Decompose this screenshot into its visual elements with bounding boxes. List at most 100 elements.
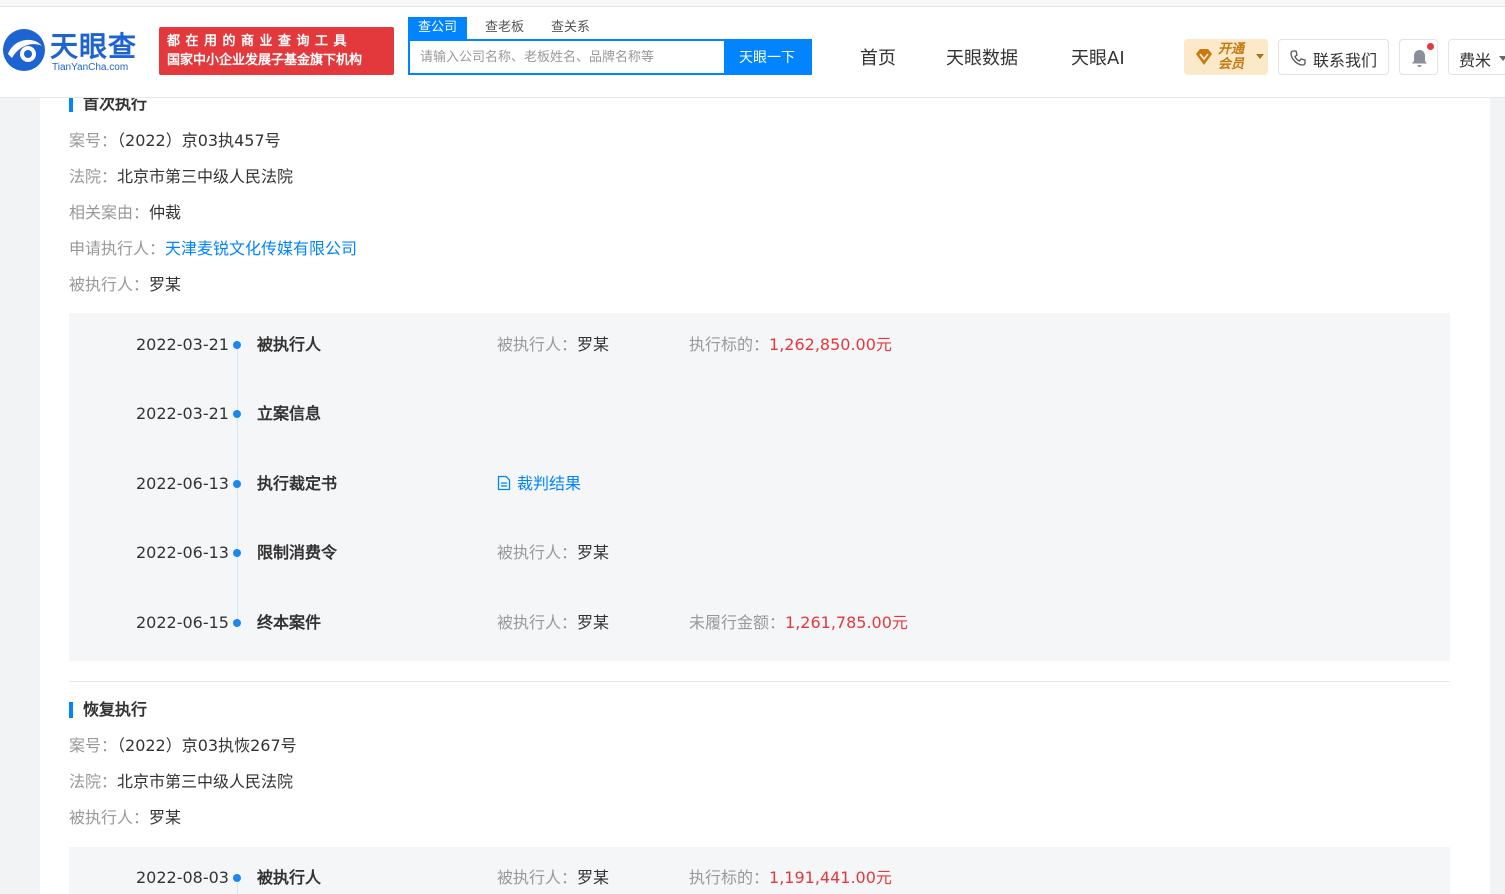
field-key: 被执行人： <box>69 275 150 294</box>
timeline-row: 2022-03-21 立案信息 <box>69 404 1450 424</box>
field-key: 案号： <box>69 736 118 755</box>
timeline-dot <box>233 549 241 557</box>
detail-key: 执行标的： <box>689 335 770 354</box>
timeline-dot <box>233 480 241 488</box>
amount-value: 1,191,441.00元 <box>769 868 892 887</box>
vip-label-line-2: 会员 <box>1218 57 1245 72</box>
timeline-event[interactable]: 被执行人 <box>257 335 321 355</box>
field-key: 被执行人： <box>69 808 150 827</box>
executed-person-field: 被执行人：罗某 <box>69 808 181 828</box>
field-value: 北京市第三中级人民法院 <box>117 167 294 186</box>
timeline-date: 2022-03-21 <box>136 335 229 354</box>
timeline-row: 2022-03-21 被执行人 被执行人：罗某 执行标的：1,262,850.0… <box>69 335 1450 355</box>
section-divider <box>69 681 1450 682</box>
detail-key: 被执行人： <box>497 868 578 887</box>
amount-value: 1,262,850.00元 <box>769 335 892 354</box>
search-tab-company[interactable]: 查公司 <box>408 17 468 39</box>
search-input[interactable] <box>410 41 722 73</box>
timeline-detail-person: 被执行人：罗某 <box>497 335 609 355</box>
timeline-detail-person: 被执行人：罗某 <box>497 543 609 563</box>
timeline-event[interactable]: 被执行人 <box>257 868 321 888</box>
case-number-field: 案号：（2022）京03执457号 <box>69 131 281 151</box>
search-tab-boss[interactable]: 查老板 <box>485 17 524 39</box>
timeline-row: 2022-06-13 限制消费令 被执行人：罗某 <box>69 543 1450 563</box>
timeline-date: 2022-06-13 <box>136 543 229 562</box>
contact-us-label: 联系我们 <box>1313 51 1378 70</box>
amount-value: 1,261,785.00元 <box>785 613 908 632</box>
field-value: 罗某 <box>149 275 182 294</box>
chevron-down-icon <box>1499 56 1505 61</box>
timeline-event[interactable]: 立案信息 <box>257 404 321 424</box>
user-menu[interactable]: 费米 <box>1448 39 1505 75</box>
nav-home[interactable]: 首页 <box>860 44 896 70</box>
timeline-detail-amount: 未履行金额：1,261,785.00元 <box>689 613 908 633</box>
timeline-detail-amount: 执行标的：1,191,441.00元 <box>689 868 892 888</box>
search-button[interactable]: 天眼一下 <box>724 41 810 73</box>
detail-key: 被执行人： <box>497 335 578 354</box>
contact-us-button[interactable]: 联系我们 <box>1278 39 1389 75</box>
field-key: 案号： <box>69 131 118 150</box>
timeline-detail-amount: 执行标的：1,262,850.00元 <box>689 335 892 355</box>
detail-value: 罗某 <box>577 543 610 562</box>
timeline-event[interactable]: 限制消费令 <box>257 543 337 563</box>
tianyancha-logo-icon <box>3 29 45 71</box>
user-name: 费米 <box>1459 51 1492 70</box>
detail-value: 罗某 <box>577 335 610 354</box>
timeline-row: 2022-06-13 执行裁定书 裁判结果 <box>69 474 1450 494</box>
logo-text: 天眼查 <box>50 30 138 63</box>
timeline-dot <box>233 410 241 418</box>
bell-icon <box>1412 50 1427 67</box>
field-key: 相关案由： <box>69 203 150 222</box>
field-value: 仲裁 <box>149 203 182 222</box>
timeline-date: 2022-06-15 <box>136 613 229 632</box>
field-value: 北京市第三中级人民法院 <box>117 772 294 791</box>
notifications-button[interactable] <box>1399 39 1438 75</box>
court-field: 法院：北京市第三中级人民法院 <box>69 772 293 792</box>
vip-label: 开通 会员 <box>1218 42 1244 72</box>
notification-badge <box>1427 43 1434 50</box>
field-value: 罗某 <box>149 808 182 827</box>
top-header: 天眼查 TianYanCha.com 都在用的商业查询工具 国家中小企业发展子基… <box>0 0 1505 98</box>
field-key: 法院： <box>69 772 118 791</box>
nav-tianyan-ai[interactable]: 天眼AI <box>1071 44 1125 70</box>
logo-domain: TianYanCha.com <box>52 62 129 73</box>
timeline-detail-person: 被执行人：罗某 <box>497 868 609 888</box>
nav-tianyan-data[interactable]: 天眼数据 <box>946 44 1018 70</box>
timeline-event[interactable]: 执行裁定书 <box>257 474 337 494</box>
diamond-icon <box>1196 49 1212 65</box>
case-number-field: 案号：（2022）京03执恢267号 <box>69 736 297 756</box>
vip-label-line-1: 开通 <box>1218 42 1245 57</box>
document-icon <box>497 475 511 491</box>
slogan-line-1: 都在用的商业查询工具 <box>167 34 353 49</box>
timeline-row: 2022-06-15 终本案件 被执行人：罗某 未履行金额：1,261,785.… <box>69 613 1450 633</box>
judgment-result-label: 裁判结果 <box>517 474 582 493</box>
timeline-dot <box>233 619 241 627</box>
field-value: （2022）京03执457号 <box>117 131 281 150</box>
detail-key: 未履行金额： <box>689 613 786 632</box>
chevron-down-icon <box>1256 54 1264 59</box>
section-title-resumed-execution: 恢复执行 <box>69 700 147 720</box>
judgment-result-link[interactable]: 裁判结果 <box>497 474 581 494</box>
timeline-date: 2022-06-13 <box>136 474 229 493</box>
timeline-row: 2022-08-03 被执行人 被执行人：罗某 执行标的：1,191,441.0… <box>69 868 1450 888</box>
vip-button[interactable]: 开通 会员 <box>1184 39 1268 75</box>
search-box: 天眼一下 <box>408 39 812 75</box>
executed-person-field: 被执行人：罗某 <box>69 275 181 295</box>
court-field: 法院：北京市第三中级人民法院 <box>69 167 293 187</box>
timeline-first-execution: 2022-03-21 被执行人 被执行人：罗某 执行标的：1,262,850.0… <box>69 313 1450 661</box>
site-logo[interactable]: 天眼查 TianYanCha.com <box>0 27 152 77</box>
case-cause-field: 相关案由：仲裁 <box>69 203 181 223</box>
timeline-resumed-execution: 2022-08-03 被执行人 被执行人：罗某 执行标的：1,191,441.0… <box>69 847 1450 894</box>
field-key: 法院： <box>69 167 118 186</box>
timeline-detail-person: 被执行人：罗某 <box>497 613 609 633</box>
field-key: 申请执行人： <box>69 239 166 258</box>
applicant-company-link[interactable]: 天津麦锐文化传媒有限公司 <box>165 239 357 258</box>
timeline-event[interactable]: 终本案件 <box>257 613 321 633</box>
detail-key: 被执行人： <box>497 613 578 632</box>
slogan-banner: 都在用的商业查询工具 国家中小企业发展子基金旗下机构 <box>159 27 394 75</box>
timeline-date: 2022-08-03 <box>136 868 229 887</box>
search-tab-relation[interactable]: 查关系 <box>551 17 590 39</box>
content-panel: 首次执行 案号：（2022）京03执457号 法院：北京市第三中级人民法院 相关… <box>40 94 1490 894</box>
timeline-dot <box>233 874 241 882</box>
applicant-field: 申请执行人：天津麦锐文化传媒有限公司 <box>69 239 357 259</box>
